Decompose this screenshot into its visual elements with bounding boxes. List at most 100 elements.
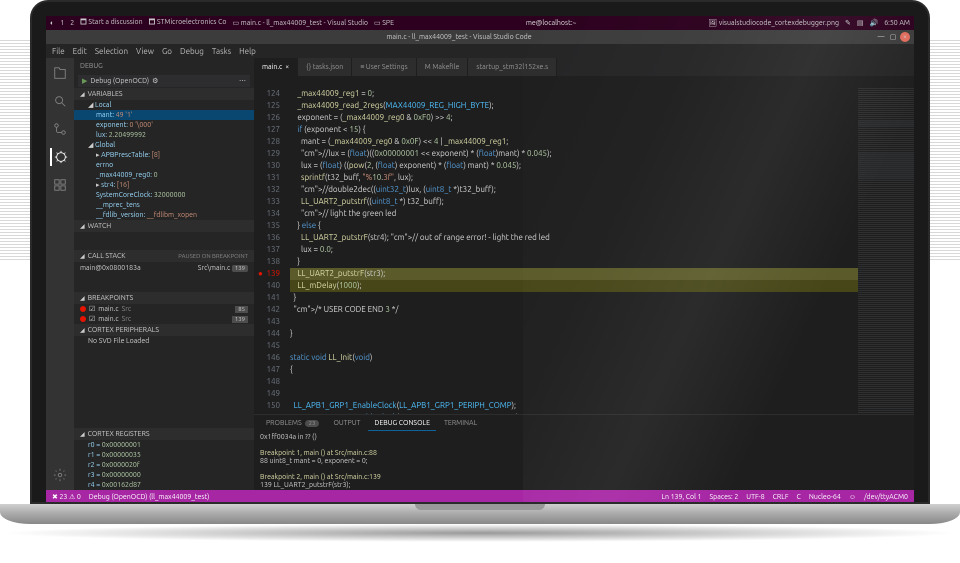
var-row[interactable]: lux: 2.20499992 [74, 130, 254, 140]
line-gutter[interactable]: 1241251261271281291301311321331341351361… [254, 88, 286, 414]
status-item[interactable]: Spaces: 2 [710, 493, 739, 501]
var-row[interactable]: ▸ APBPrescTable: [8] [74, 150, 254, 160]
file-indicator: 🖼 visualstudiocode_cortexdebugger.png [708, 19, 839, 27]
workspace-1[interactable]: 1 [60, 19, 64, 27]
debug-sidebar: DEBUG ▶ Debug (OpenOCD) ⚙ ⋯ ◢VARIABLES ◢… [74, 58, 254, 490]
spe-app[interactable]: ▭ SPE [374, 19, 394, 27]
close-button[interactable]: × [900, 32, 910, 42]
wifi-icon[interactable]: ▤ [857, 19, 864, 27]
close-tab-icon[interactable]: × [285, 63, 289, 71]
register-row[interactable]: r4 = 0x00162d87 [74, 480, 254, 490]
register-row[interactable]: r1 = 0x00000035 [74, 450, 254, 460]
laptop-frame: ◐ 1 2 🗖 Start a discussion 🗖 STMicroelec… [30, 0, 930, 542]
scope-global[interactable]: ◢ Global [74, 140, 254, 150]
sound-icon[interactable]: 🔊 [869, 19, 878, 27]
clock: 6:50 AM [884, 19, 910, 27]
workspace-2[interactable]: 2 [70, 19, 74, 27]
terminal-title: me@localhost:~ [400, 19, 702, 27]
no-svd: No SVD File Loaded [74, 336, 254, 346]
section-variables[interactable]: ◢VARIABLES [74, 88, 254, 100]
menu-bar: File Edit Selection View Go Debug Tasks Help [46, 44, 914, 58]
var-row[interactable]: __fdlib_version: __fdlibm_xopen [74, 210, 254, 220]
start-debug-button[interactable]: ▶ [82, 77, 87, 85]
more-icon[interactable]: ⋯ [239, 77, 246, 85]
code-area[interactable]: _max44009_reg1 = 0; _max44009_read_2regs… [286, 88, 858, 414]
status-debug[interactable]: Debug (OpenOCD) (ll_max44009_test) [89, 493, 210, 501]
editor-tab[interactable]: ≡ User Settings [352, 58, 416, 76]
status-problems[interactable]: ✖ 23 ⚠ 0 [52, 493, 81, 501]
var-row[interactable]: __mprec_tens [74, 200, 254, 210]
register-row[interactable]: r2 = 0x0000020f [74, 460, 254, 470]
status-item[interactable]: /dev/ttyACM0 [864, 493, 908, 501]
status-item[interactable]: CRLF [773, 493, 789, 501]
callstack-row[interactable]: main@0x0800183aSrc\main.c 139 [74, 262, 254, 274]
debug-icon[interactable] [50, 148, 68, 166]
bottom-panel: PROBLEMS23OUTPUTDEBUG CONSOLETERMINAL 0x… [254, 414, 914, 490]
menu-file[interactable]: File [52, 47, 65, 56]
laptop-base [0, 504, 960, 524]
editor-area: main.c ×{} tasks.json≡ User SettingsM Ma… [254, 58, 914, 490]
browser-tab[interactable]: 🗖 Start a discussion [80, 18, 142, 29]
panel-tabs: PROBLEMS23OUTPUTDEBUG CONSOLETERMINAL [254, 415, 914, 431]
section-breakpoints[interactable]: ◢BREAKPOINTS [74, 292, 254, 304]
maximize-button[interactable]: ▢ [888, 32, 898, 42]
edit-icon[interactable]: ✎ [845, 19, 851, 27]
debug-config-select[interactable]: Debug (OpenOCD) [90, 77, 149, 85]
status-item[interactable]: ☺ [849, 493, 856, 501]
var-row[interactable]: errno [74, 160, 254, 170]
section-watch[interactable]: ◢WATCH [74, 220, 254, 232]
editor-tabs: main.c ×{} tasks.json≡ User SettingsM Ma… [254, 58, 914, 76]
screen: ◐ 1 2 🗖 Start a discussion 🗖 STMicroelec… [46, 16, 914, 502]
breadcrumb[interactable] [254, 76, 914, 88]
explorer-icon[interactable] [51, 64, 69, 82]
status-item[interactable]: UTF-8 [746, 493, 764, 501]
menu-help[interactable]: Help [239, 47, 256, 56]
window-titlebar: main.c - ll_max44009_test - Visual Studi… [46, 30, 914, 44]
menu-debug[interactable]: Debug [180, 47, 204, 56]
scm-icon[interactable] [51, 120, 69, 138]
menu-selection[interactable]: Selection [95, 47, 128, 56]
panel-tab-terminal[interactable]: TERMINAL [438, 415, 483, 431]
ubuntu-icon[interactable]: ◐ [50, 19, 54, 27]
vscode-task[interactable]: ▭ main.c - ll_max44009_test - Visual Stu… [232, 19, 368, 27]
extensions-icon[interactable] [51, 176, 69, 194]
activity-bar [46, 58, 74, 490]
minimap[interactable] [858, 88, 914, 414]
editor-tab[interactable]: main.c × [254, 58, 298, 76]
var-row[interactable]: ▸ str4: [16] [74, 180, 254, 190]
status-bar: ✖ 23 ⚠ 0 Debug (OpenOCD) (ll_max44009_te… [46, 490, 914, 502]
menu-go[interactable]: Go [162, 47, 172, 56]
minimize-button[interactable]: — [876, 32, 886, 42]
section-callstack[interactable]: ◢CALL STACKPAUSED ON BREAKPOINT [74, 250, 254, 262]
panel-tab-output[interactable]: OUTPUT [327, 415, 366, 431]
scope-local[interactable]: ◢ Local [74, 100, 254, 110]
var-row[interactable]: SystemCoreClock: 32000000 [74, 190, 254, 200]
register-row[interactable]: r0 = 0x00000001 [74, 440, 254, 450]
editor-tab[interactable]: startup_stm32l152xe.s [468, 58, 557, 76]
menu-edit[interactable]: Edit [73, 47, 87, 56]
breakpoint-row[interactable]: ☑ main.c Src85 [74, 304, 254, 314]
status-item[interactable]: Ln 139, Col 1 [661, 493, 701, 501]
status-item[interactable]: Nucleo-64 [809, 493, 841, 501]
register-row[interactable]: r3 = 0x00000000 [74, 470, 254, 480]
var-row[interactable]: _max44009_reg0: 0 [74, 170, 254, 180]
menu-view[interactable]: View [136, 47, 154, 56]
panel-tab-problems[interactable]: PROBLEMS23 [260, 415, 325, 431]
status-item[interactable]: C [797, 493, 801, 501]
breakpoint-row[interactable]: ☑ main.c Src139 [74, 314, 254, 324]
section-cortex-periph[interactable]: ◢CORTEX PERIPHERALS [74, 324, 254, 336]
editor-tab[interactable]: M Makefile [417, 58, 469, 76]
debug-console[interactable]: 0x1ff0034a in ?? () Breakpoint 1, main (… [254, 431, 914, 490]
os-top-bar: ◐ 1 2 🗖 Start a discussion 🗖 STMicroelec… [46, 16, 914, 30]
var-row[interactable]: mant: 49 '1' [74, 110, 254, 120]
menu-tasks[interactable]: Tasks [212, 47, 231, 56]
var-row[interactable]: exponent: 0 '\000' [74, 120, 254, 130]
settings-icon[interactable] [51, 466, 69, 484]
editor-tab[interactable]: {} tasks.json [298, 58, 352, 76]
search-icon[interactable] [51, 92, 69, 110]
debug-toolbar: ▶ Debug (OpenOCD) ⚙ ⋯ [78, 75, 250, 87]
panel-tab-debug-console[interactable]: DEBUG CONSOLE [368, 415, 436, 431]
section-cortex-reg[interactable]: ◢CORTEX REGISTERS [74, 428, 254, 440]
gear-icon[interactable]: ⚙ [152, 77, 158, 85]
browser-tab[interactable]: 🗖 STMicroelectronics Co [149, 18, 227, 29]
